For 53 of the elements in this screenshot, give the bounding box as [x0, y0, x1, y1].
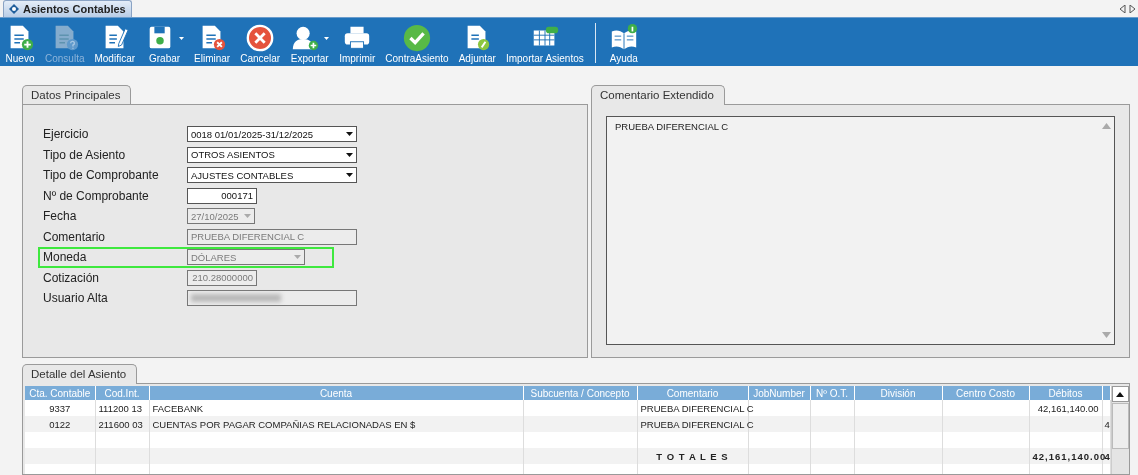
- table-cell: 0122: [49, 418, 71, 430]
- document-tab[interactable]: Asientos Contables: [3, 0, 132, 17]
- app-logo-icon: [8, 3, 20, 15]
- toolbar-button[interactable]: Importar Asientos: [502, 18, 587, 66]
- totals-label: T O T A L E S: [656, 450, 729, 462]
- table-cell: FACEBANK: [152, 402, 204, 414]
- toolbar-button[interactable]: Imprimir: [336, 18, 379, 66]
- field-label: Tipo de Asiento: [43, 147, 127, 162]
- toolbar-button[interactable]: Cancelar: [237, 18, 284, 66]
- scrollbar-thumb[interactable]: [1111, 403, 1129, 449]
- table-cell: 9337: [49, 402, 71, 414]
- table-cell: PRUEBA DIFERENCIAL C: [640, 402, 754, 414]
- field-label: Cotización: [43, 270, 101, 285]
- dropdown-field[interactable]: 0018 01/01/2025-31/12/2025: [187, 126, 357, 143]
- dropdown-field[interactable]: AJUSTES CONTABLES: [187, 167, 357, 184]
- toolbar-button[interactable]: Adjuntar: [455, 18, 499, 66]
- toolbar-button[interactable]: ContraAsiento: [382, 18, 452, 66]
- table-cell: PRUEBA DIFERENCIAL C: [640, 418, 754, 430]
- check-circle-icon: [402, 23, 432, 53]
- field-label: Usuario Alta: [43, 291, 109, 306]
- toolbar-button[interactable]: Eliminar: [191, 18, 234, 66]
- panel-tab[interactable]: Detalle del Asiento: [22, 364, 138, 384]
- table-cell: 211600 03: [98, 418, 143, 430]
- dropdown-arrow-icon[interactable]: [346, 173, 353, 178]
- field-label: Comentario: [43, 229, 107, 244]
- dropdown-field[interactable]: OTROS ASIENTOS: [187, 146, 357, 163]
- caret-icon[interactable]: [179, 36, 185, 40]
- field-label: Ejercicio: [43, 127, 90, 142]
- cancel-icon: [245, 23, 276, 53]
- caret-icon[interactable]: [324, 36, 330, 40]
- toolbar-button[interactable]: Nuevo: [2, 18, 38, 66]
- toolbar-button[interactable]: Modificar: [91, 18, 139, 66]
- dropdown-arrow-icon[interactable]: [346, 152, 353, 157]
- field-label: Fecha: [43, 209, 78, 224]
- toolbar-button[interactable]: Grabar: [142, 18, 188, 66]
- scroll-right-icon[interactable]: [1129, 4, 1135, 13]
- field-label: Tipo de Comprobante: [43, 168, 160, 183]
- number-field[interactable]: 000171: [187, 187, 257, 204]
- table-cell: 111200 13: [98, 402, 142, 414]
- scroll-left-icon[interactable]: [1120, 4, 1126, 13]
- toolbar-button[interactable]: Ayuda: [605, 18, 642, 66]
- toolbar-button[interactable]: Exportar: [287, 18, 333, 66]
- table-cell: 4: [1104, 418, 1110, 430]
- scroll-up-icon[interactable]: [1116, 391, 1125, 397]
- table-cell: 4: [1104, 450, 1111, 462]
- scroll-up-button[interactable]: [1111, 386, 1129, 402]
- dropdown-arrow-icon[interactable]: [346, 132, 353, 137]
- panel-tab[interactable]: Comentario Extendido: [591, 85, 725, 105]
- field-label: Moneda: [43, 250, 88, 265]
- panel-tab[interactable]: Datos Principales: [22, 85, 132, 105]
- table-cell: 42,161,140.00: [1037, 402, 1099, 414]
- table-cell: CUENTAS POR PAGAR COMPAÑIAS RELACIONADAS EN $: [152, 418, 416, 430]
- field-label: Nº de Comprobante: [43, 188, 150, 203]
